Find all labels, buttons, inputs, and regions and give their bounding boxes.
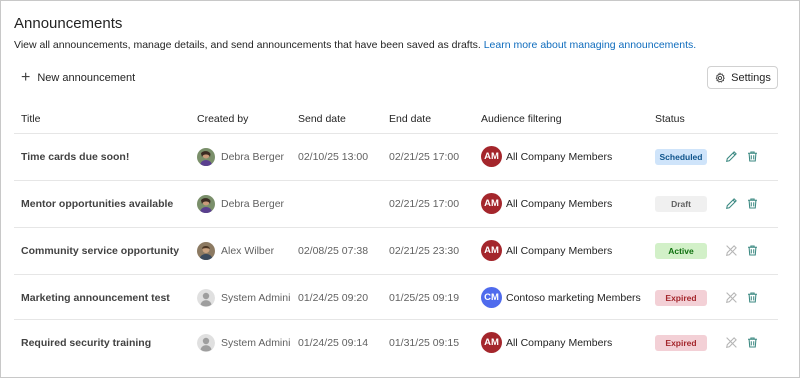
row-title[interactable]: Mentor opportunities available <box>21 181 191 226</box>
pencil-icon <box>725 150 738 163</box>
new-announcement-label: New announcement <box>37 72 136 84</box>
row-title[interactable]: Required security training <box>21 320 191 365</box>
send-date: 02/08/25 07:38 <box>298 244 369 257</box>
row-title[interactable]: Marketing announcement test <box>21 275 191 320</box>
trash-icon <box>746 291 759 304</box>
announcements-page: Announcements View all announcements, ma… <box>0 0 800 378</box>
trash-icon <box>746 150 759 163</box>
delete-button[interactable] <box>744 228 760 273</box>
created-by-name: System Administr <box>221 291 290 304</box>
trash-icon <box>746 336 759 349</box>
table-row[interactable]: Mentor opportunities available Debra Berg… <box>1 181 800 226</box>
created-by-name: System Administr <box>221 336 290 349</box>
table-row[interactable]: Required security training System Adminis… <box>1 320 800 365</box>
gear-icon <box>715 71 725 83</box>
trash-icon <box>746 244 759 257</box>
status-badge: Draft <box>655 195 707 212</box>
person-placeholder-icon <box>197 333 215 352</box>
row-title[interactable]: Time cards due soon! <box>21 134 191 179</box>
audience-name: All Company Members <box>506 244 613 257</box>
avatar <box>197 241 215 260</box>
row-title[interactable]: Community service opportunity <box>21 228 191 273</box>
end-date: 02/21/25 17:00 <box>389 150 460 163</box>
status-cell: Draft <box>655 181 715 226</box>
status-cell: Scheduled <box>655 134 715 179</box>
status-cell: Expired <box>655 320 715 365</box>
pencil-off-icon <box>725 336 738 349</box>
created-by-cell: Alex Wilber <box>197 228 290 273</box>
learn-more-link[interactable]: Learn more about managing announcements. <box>484 39 696 51</box>
audience-name: All Company Members <box>506 336 613 349</box>
created-by-cell: System Administr <box>197 320 290 365</box>
delete-button[interactable] <box>744 320 760 365</box>
table-row[interactable]: Time cards due soon! Debra Berger 02/10/25… <box>1 134 800 179</box>
audience-avatar: AM <box>481 146 502 167</box>
table-row[interactable]: Community service opportunity Alex Wilber… <box>1 228 800 273</box>
page-title: Announcements <box>14 15 123 32</box>
column-header-status[interactable]: Status <box>655 113 685 125</box>
send-date: 01/24/25 09:20 <box>298 291 369 304</box>
end-date: 02/21/25 17:00 <box>389 197 460 210</box>
status-badge: Scheduled <box>655 148 707 165</box>
description-text: View all announcements, manage details, … <box>14 39 484 51</box>
trash-icon <box>746 197 759 210</box>
pencil-off-icon <box>725 244 738 257</box>
delete-button[interactable] <box>744 181 760 226</box>
delete-button[interactable] <box>744 134 760 179</box>
table-row[interactable]: Marketing announcement test System Admini… <box>1 275 800 320</box>
page-description: View all announcements, manage details, … <box>14 39 696 51</box>
audience-cell: AM All Company Members <box>481 134 646 179</box>
audience-avatar: AM <box>481 240 502 261</box>
column-header-send-date[interactable]: Send date <box>298 113 346 125</box>
send-date: 01/24/25 09:14 <box>298 336 369 349</box>
column-header-title[interactable]: Title <box>21 113 40 125</box>
edit-button[interactable] <box>723 134 739 179</box>
audience-avatar: AM <box>481 332 502 353</box>
created-by-cell: System Administr <box>197 275 290 320</box>
status-cell: Expired <box>655 275 715 320</box>
created-by-cell: Debra Berger <box>197 134 290 179</box>
created-by-cell: Debra Berger <box>197 181 290 226</box>
person-placeholder-icon <box>197 288 215 307</box>
send-date: 02/10/25 13:00 <box>298 150 369 163</box>
column-header-audience[interactable]: Audience filtering <box>481 113 562 125</box>
audience-cell: CM Contoso marketing Members <box>481 275 646 320</box>
audience-cell: AM All Company Members <box>481 181 646 226</box>
settings-label: Settings <box>731 71 771 84</box>
created-by-name: Debra Berger <box>221 197 285 210</box>
column-header-end-date[interactable]: End date <box>389 113 431 125</box>
pencil-off-icon <box>725 291 738 304</box>
audience-avatar: CM <box>481 287 502 308</box>
status-badge: Expired <box>655 334 707 351</box>
end-date: 01/25/25 09:19 <box>389 291 460 304</box>
status-cell: Active <box>655 228 715 273</box>
edit-button[interactable] <box>723 228 739 273</box>
audience-avatar: AM <box>481 193 502 214</box>
send-date <box>298 181 383 226</box>
created-by-name: Alex Wilber <box>221 244 275 257</box>
column-header-created-by[interactable]: Created by <box>197 113 248 125</box>
avatar <box>197 147 215 166</box>
edit-button[interactable] <box>723 181 739 226</box>
status-badge: Expired <box>655 289 707 306</box>
plus-icon: + <box>21 69 31 86</box>
pencil-icon <box>725 197 738 210</box>
delete-button[interactable] <box>744 275 760 320</box>
settings-button[interactable]: Settings <box>707 66 778 89</box>
audience-name: All Company Members <box>506 197 613 210</box>
edit-button[interactable] <box>723 320 739 365</box>
end-date: 01/31/25 09:15 <box>389 336 460 349</box>
created-by-name: Debra Berger <box>221 150 285 163</box>
new-announcement-button[interactable]: + New announcement <box>21 69 135 87</box>
audience-name: Contoso marketing Members <box>506 291 641 304</box>
audience-name: All Company Members <box>506 150 613 163</box>
audience-cell: AM All Company Members <box>481 228 646 273</box>
end-date: 02/21/25 23:30 <box>389 244 460 257</box>
status-badge: Active <box>655 242 707 259</box>
avatar <box>197 194 215 213</box>
audience-cell: AM All Company Members <box>481 320 646 365</box>
edit-button[interactable] <box>723 275 739 320</box>
